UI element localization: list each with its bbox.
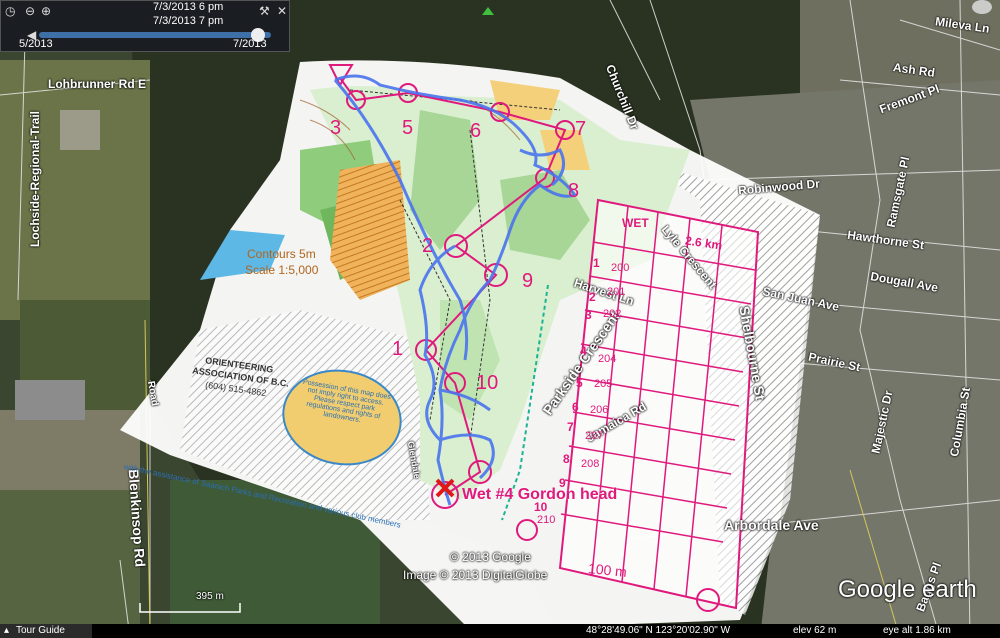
scale-label: Scale 1:5,000 [245,263,319,277]
navigation-controls[interactable] [960,0,1000,22]
card-code: 207 [585,430,604,442]
wrench-icon[interactable]: ⚒ [259,5,270,17]
card-code: 202 [603,308,622,320]
tour-guide-button[interactable]: ▴ Tour Guide [0,624,92,638]
card-number: 10 [534,500,548,514]
card-number: 5 [576,376,583,390]
card-code: 210 [537,514,556,526]
slider-start-time: 7/3/2013 6 pm [153,1,224,13]
card-code: 206 [590,404,609,416]
contours-label: Contours 5m [247,247,316,261]
control-number: 7 [575,118,587,140]
card-code: 200 [611,262,630,274]
card-code: 205 [594,378,613,390]
card-code: 204 [598,353,617,365]
compass-icon[interactable] [972,0,992,14]
slider-end-time: 7/3/2013 7 pm [153,15,224,27]
google-earth-logo: Google earth [838,576,977,603]
card-number: 3 [585,308,592,322]
range-end: 7/2013 [233,38,267,50]
zoom-out-icon[interactable]: ⊖ [25,5,35,17]
clock-icon[interactable]: ◷ [5,5,15,17]
control-number: 8 [568,180,580,202]
card-code: 201 [607,286,626,298]
copyright-google: © 2013 Google [450,550,531,564]
chevron-up-icon: ▴ [4,625,10,636]
street-label: Lochside-Regional-Trail [28,110,42,247]
control-number: 2 [422,235,434,257]
card-number: 8 [563,452,570,466]
status-bar: 48°28'49.06" N 123°20'02.90" W elev 62 m… [0,624,1000,638]
tour-guide-label: Tour Guide [16,625,65,636]
control-number: 1 [392,338,404,360]
card-number: 4 [580,344,587,358]
card-title: WET [622,216,649,230]
close-icon[interactable]: ✕ [277,5,287,17]
eye-altitude: eye alt 1.86 km [883,625,951,636]
control-number: 3 [330,117,342,139]
copyright-imagery: Image © 2013 DigitalGlobe [403,568,548,582]
street-label: Arbordale Ave [724,517,819,533]
card-number: 7 [567,420,574,434]
satellite-imagery [0,0,1000,638]
elevation: elev 62 m [793,625,837,636]
card-code: 208 [581,458,600,470]
coordinates: 48°28'49.06" N 123°20'02.90" W [586,625,731,636]
street-label: Lohbrunner Rd E [48,77,146,91]
card-number: 1 [593,256,600,270]
card-number: 9 [559,476,566,490]
control-number: 6 [470,120,482,142]
control-number: 10 [476,372,499,394]
scale-legend: 395 m [196,591,224,602]
zoom-in-icon[interactable]: ⊕ [41,5,51,17]
control-number: 5 [402,117,414,139]
map-view[interactable]: Lohbrunner Rd E Lochside-Regional-Trail … [0,0,1000,638]
time-slider-panel[interactable]: ◷ ⊖ ⊕ 7/3/2013 6 pm 7/3/2013 7 pm ⚒ ✕ ◀ … [0,0,290,52]
card-number: 2 [589,290,596,304]
control-number: 9 [522,270,534,292]
range-start: 5/2013 [19,38,53,50]
card-number: 6 [572,400,579,414]
